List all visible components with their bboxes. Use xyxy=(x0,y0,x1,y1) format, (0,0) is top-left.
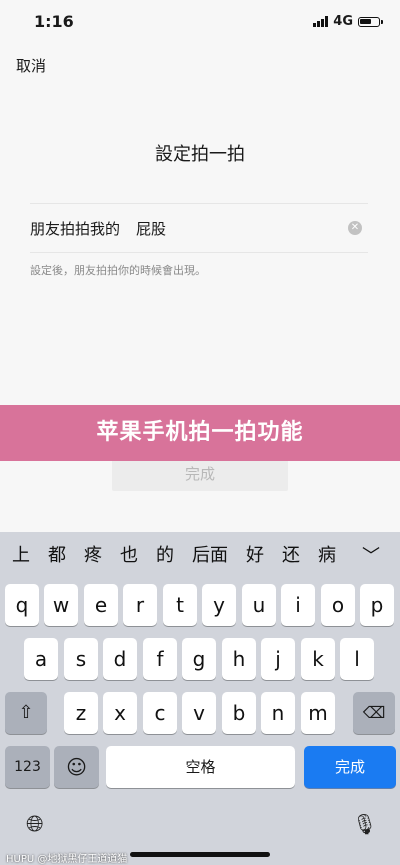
key-l[interactable]: l xyxy=(340,638,374,680)
key-q[interactable]: q xyxy=(5,584,39,626)
key-v[interactable]: v xyxy=(182,692,216,734)
key-e[interactable]: e xyxy=(84,584,118,626)
key-t[interactable]: t xyxy=(163,584,197,626)
key-s[interactable]: s xyxy=(64,638,98,680)
key-o[interactable]: o xyxy=(321,584,355,626)
key-f[interactable]: f xyxy=(143,638,177,680)
candidate-item[interactable]: 疼 xyxy=(84,541,102,567)
key-r[interactable]: r xyxy=(123,584,157,626)
key-w[interactable]: w xyxy=(44,584,78,626)
space-key[interactable]: 空格 xyxy=(106,746,295,788)
key-c[interactable]: c xyxy=(143,692,177,734)
done-button[interactable]: 完成 xyxy=(112,457,288,491)
candidate-bar: 上 都 疼 也 的 后面 好 还 病 ﹀ xyxy=(0,532,400,576)
key-j[interactable]: j xyxy=(261,638,295,680)
key-a[interactable]: a xyxy=(24,638,58,680)
key-n[interactable]: n xyxy=(261,692,295,734)
microphone-icon[interactable]: 🎙︎ xyxy=(352,812,377,836)
key-p[interactable]: p xyxy=(360,584,394,626)
overlay-banner: 苹果手机拍一拍功能 xyxy=(0,405,400,461)
key-y[interactable]: y xyxy=(202,584,236,626)
network-label: 4G xyxy=(333,14,353,29)
signal-icon xyxy=(313,16,329,27)
numbers-key[interactable]: 123 xyxy=(5,746,50,788)
page-title: 設定拍一拍 xyxy=(155,144,245,165)
key-u[interactable]: u xyxy=(242,584,276,626)
cancel-button[interactable]: 取消 xyxy=(16,55,46,76)
return-key[interactable]: 完成 xyxy=(304,746,396,788)
candidate-item[interactable]: 也 xyxy=(120,541,138,567)
emoji-icon[interactable]: ☺ xyxy=(54,746,99,788)
clear-icon[interactable]: ✕ xyxy=(348,221,362,235)
key-d[interactable]: d xyxy=(103,638,137,680)
key-g[interactable]: g xyxy=(182,638,216,680)
key-i[interactable]: i xyxy=(281,584,315,626)
shift-key[interactable]: ⇧ xyxy=(5,692,47,734)
battery-icon xyxy=(358,16,383,27)
candidate-item[interactable]: 好 xyxy=(246,541,264,567)
status-time: 1:16 xyxy=(34,12,74,31)
watermark: HUPU @地狱黑仔王道道猫 xyxy=(6,854,128,865)
status-indicators: 4G xyxy=(313,14,383,29)
pat-suffix-field[interactable]: 朋友拍拍我的 屁股 ✕ xyxy=(30,203,368,253)
key-k[interactable]: k xyxy=(301,638,335,680)
field-label: 朋友拍拍我的 xyxy=(30,219,121,238)
key-m[interactable]: m xyxy=(301,692,335,734)
candidate-item[interactable]: 都 xyxy=(48,541,66,567)
key-h[interactable]: h xyxy=(222,638,256,680)
candidate-item[interactable]: 上 xyxy=(12,541,30,567)
home-indicator[interactable] xyxy=(130,852,270,857)
globe-icon[interactable]: 🌐︎ xyxy=(26,812,44,837)
key-z[interactable]: z xyxy=(64,692,98,734)
candidate-item[interactable]: 还 xyxy=(282,541,300,567)
chevron-down-icon[interactable]: ﹀ xyxy=(362,542,380,568)
field-value[interactable]: 屁股 xyxy=(136,218,348,239)
candidate-item[interactable]: 后面 xyxy=(192,541,228,567)
candidate-item[interactable]: 病 xyxy=(318,541,336,567)
backspace-icon[interactable]: ⌫ xyxy=(353,692,395,734)
key-b[interactable]: b xyxy=(222,692,256,734)
hint-text: 設定後，朋友拍拍你的時候會出現。 xyxy=(30,264,206,277)
key-x[interactable]: x xyxy=(103,692,137,734)
candidate-item[interactable]: 的 xyxy=(156,541,174,567)
